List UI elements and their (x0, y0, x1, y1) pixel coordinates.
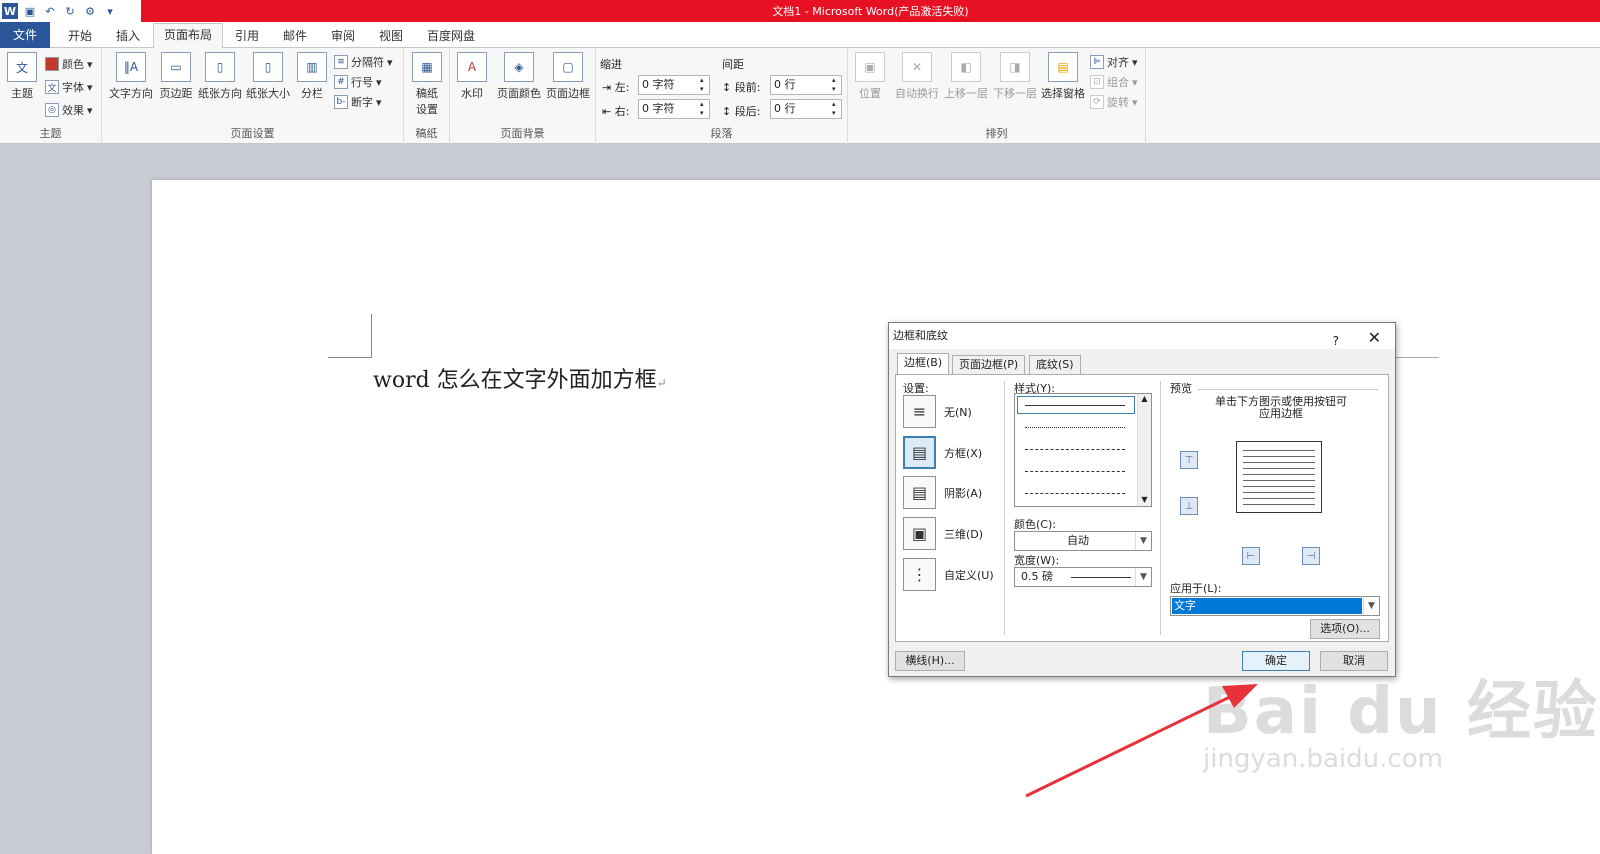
annotation-arrow (1025, 684, 1258, 798)
